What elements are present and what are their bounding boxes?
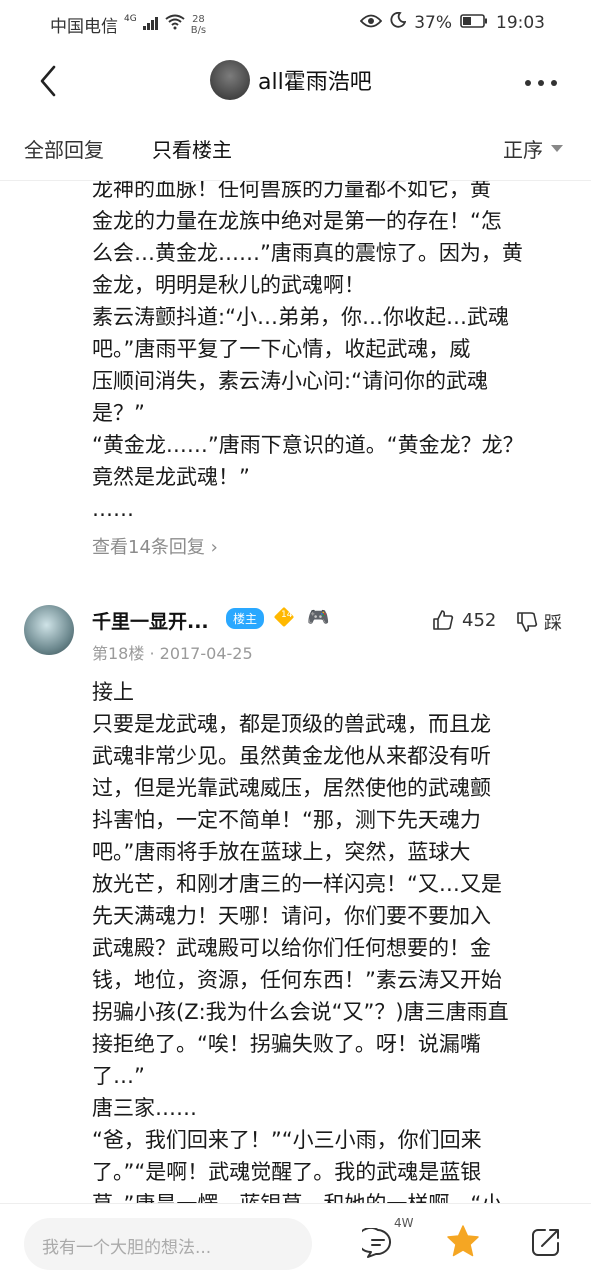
comments-button[interactable] bbox=[356, 1227, 394, 1262]
user-avatar[interactable] bbox=[24, 605, 74, 655]
post-line: “爸，我们回来了！”“小三小雨，你们回来 bbox=[92, 1128, 482, 1152]
post-line: 放光芒，和刚才唐三的一样闪亮！“又…又是 bbox=[92, 872, 502, 896]
post-line: 先天满魂力！天哪！请问，你们要不要加入 bbox=[92, 904, 491, 928]
post-line: 金龙的力量在龙族中绝对是第一的存在！“怎 bbox=[92, 209, 502, 233]
do-not-disturb-icon bbox=[390, 11, 407, 33]
level-number: 14 bbox=[281, 610, 293, 620]
share-icon bbox=[532, 1229, 559, 1256]
sort-dropdown[interactable]: 正序 bbox=[503, 134, 563, 163]
post-line: 只要是龙武魂，都是顶级的兽武魂，而且龙 bbox=[92, 712, 491, 736]
view-replies-link[interactable]: 查看14条回复 › bbox=[92, 533, 218, 559]
comment-input[interactable]: 我有一个大胆的想法... bbox=[24, 1218, 312, 1270]
op-badge: 楼主 bbox=[226, 608, 265, 629]
favorite-button[interactable] bbox=[446, 1224, 480, 1262]
more-dot-icon bbox=[525, 80, 531, 86]
more-button[interactable] bbox=[525, 80, 557, 86]
dislike-button[interactable]: 踩 bbox=[516, 609, 562, 635]
gamepad-icon: 🎮 bbox=[307, 607, 330, 628]
clock: 19:03 bbox=[496, 12, 545, 33]
post-body: 龙神的血脉！任何兽族的力量都不如它，黄 金龙的力量在龙族中绝对是第一的存在！“怎… bbox=[92, 181, 562, 525]
post-line: 了…” bbox=[92, 1064, 145, 1088]
post-line: 素云涛颤抖道:“小…弟弟，你…你收起…武魂 bbox=[92, 305, 509, 329]
like-button[interactable]: 452 bbox=[432, 609, 496, 631]
chevron-right-icon: › bbox=[210, 537, 218, 558]
post-body: 接上 只要是龙武魂，都是顶级的兽武魂，而且龙 武魂非常少见。虽然黄金龙他从来都没… bbox=[92, 676, 562, 1203]
thumbs-down-icon bbox=[517, 612, 538, 632]
post-line: 么会…黄金龙……”唐雨真的震惊了。因为，黄 bbox=[92, 241, 523, 265]
reply-filter-tabs: 全部回复 只看楼主 正序 bbox=[0, 116, 591, 181]
post-line: 武魂殿？武魂殿可以给你们任何想要的！金 bbox=[92, 936, 491, 960]
comment-placeholder: 我有一个大胆的想法... bbox=[42, 1238, 212, 1258]
network-speed: 28 B/s bbox=[190, 13, 207, 36]
like-count: 452 bbox=[462, 609, 497, 631]
back-button[interactable] bbox=[36, 64, 66, 98]
post-line: 草。”唐昊一愣，蓝银草，和她的一样啊。“小 bbox=[92, 1188, 562, 1203]
post-line: 金龙，明明是秋儿的武魂啊！ bbox=[92, 273, 365, 297]
post-line: 了。”“是啊！武魂觉醒了。我的武魂是蓝银 bbox=[92, 1160, 482, 1184]
chevron-left-icon bbox=[40, 65, 56, 97]
post-line: 唐三家…… bbox=[92, 1096, 197, 1120]
forum-avatar bbox=[210, 60, 250, 100]
separator-dot: · bbox=[149, 644, 160, 663]
signal-icon bbox=[142, 15, 159, 35]
post-line: 过，但是光靠武魂威压，居然使他的武魂颤 bbox=[92, 776, 491, 800]
battery-icon bbox=[460, 13, 488, 33]
thumbs-up-icon bbox=[433, 610, 454, 630]
username[interactable]: 千里一显开... bbox=[92, 607, 209, 634]
bottom-action-bar: 我有一个大胆的想法... 4W bbox=[0, 1203, 591, 1281]
network-type: 4G bbox=[124, 13, 137, 24]
comment-bubble-icon bbox=[356, 1227, 391, 1258]
post-line: 接拒绝了。“唉！拐骗失败了。呀！说漏嘴 bbox=[92, 1032, 481, 1056]
view-replies-label: 查看14条回复 bbox=[92, 537, 205, 558]
forum-name: all霍雨浩吧 bbox=[258, 70, 372, 95]
eye-icon bbox=[359, 13, 383, 33]
post-line: 武魂非常少见。虽然黄金龙他从来都没有听 bbox=[92, 744, 491, 768]
battery-percent: 37% bbox=[414, 12, 452, 33]
caret-down-icon bbox=[551, 145, 563, 152]
more-dot-icon bbox=[538, 80, 544, 86]
post-line: 吧。”唐雨将手放在蓝球上，突然，蓝球大 bbox=[92, 840, 471, 864]
dislike-label: 踩 bbox=[544, 613, 562, 634]
post-line: 拐骗小孩(Z:我为什么会说“又”？)唐三唐雨直 bbox=[92, 1000, 509, 1024]
post-date: 2017-04-25 bbox=[159, 644, 253, 663]
forum-title[interactable]: all霍雨浩吧 bbox=[210, 60, 372, 100]
thread-content[interactable]: 龙神的血脉！任何兽族的力量都不如它，黄 金龙的力量在龙族中绝对是第一的存在！“怎… bbox=[0, 181, 591, 1203]
post-line: 吧。”唐雨平复了一下心情，收起武魂，威 bbox=[92, 337, 471, 361]
post-line: 抖害怕，一定不简单！“那，测下先天魂力 bbox=[92, 808, 481, 832]
share-button[interactable] bbox=[530, 1226, 562, 1262]
post-line: 接上 bbox=[92, 680, 134, 704]
post-line: “黄金龙……”唐雨下意识的道。“黄金龙？龙？ bbox=[92, 433, 524, 457]
carrier-label: 中国电信 bbox=[50, 17, 118, 37]
post-line: 竟然是龙武魂！” bbox=[92, 465, 250, 489]
status-bar: 中国电信 4G 28 B/s 37% 19:03 bbox=[0, 0, 591, 46]
more-dot-icon bbox=[551, 80, 557, 86]
tab-all-replies[interactable]: 全部回复 bbox=[24, 134, 104, 163]
tab-op-only[interactable]: 只看楼主 bbox=[152, 134, 232, 163]
post-line: 钱，地位，资源，任何东西！”素云涛又开始 bbox=[92, 968, 502, 992]
post-line: 压顺间消失，素云涛小心问:“请问你的武魂 bbox=[92, 369, 488, 393]
floor-number: 第18楼 bbox=[92, 644, 145, 663]
nav-bar: all霍雨浩吧 bbox=[0, 46, 591, 116]
post-meta: 第18楼 · 2017-04-25 bbox=[92, 640, 253, 664]
wifi-icon bbox=[165, 14, 185, 35]
post-line: …… bbox=[92, 497, 134, 521]
sort-label: 正序 bbox=[503, 138, 543, 162]
post-line: 龙神的血脉！任何兽族的力量都不如它，黄 bbox=[92, 181, 491, 201]
post-line: 是？” bbox=[92, 401, 145, 425]
star-icon bbox=[447, 1225, 479, 1257]
comment-count: 4W bbox=[394, 1216, 414, 1230]
